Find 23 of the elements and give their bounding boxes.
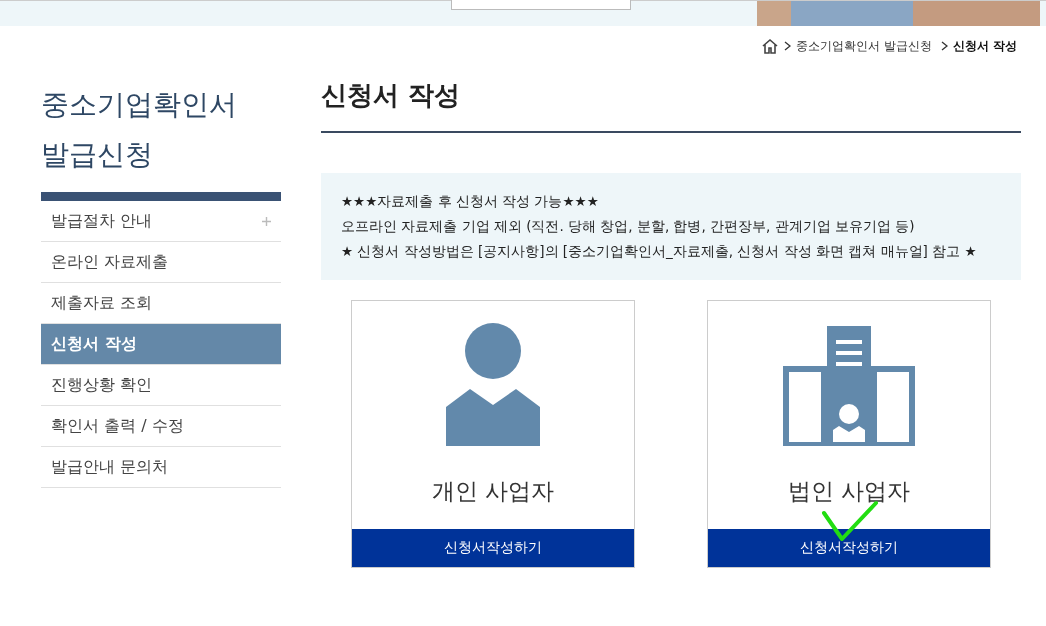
card-label: 법인 사업자	[786, 477, 912, 506]
building-icon	[783, 326, 915, 446]
page-title: 신청서 작성	[321, 78, 1021, 133]
home-icon[interactable]	[761, 38, 779, 54]
card-label: 개인 사업자	[430, 477, 556, 506]
apply-button[interactable]: 신청서작성하기	[352, 529, 634, 567]
notice-text: ★★★자료제출 후 신청서 작성 가능★★★	[341, 192, 599, 211]
sidebar-item[interactable]: 진행상황 확인	[41, 365, 281, 406]
sidebar-item[interactable]: 온라인 자료제출	[41, 242, 281, 283]
chevron-icon	[784, 41, 791, 51]
breadcrumb-link[interactable]: 중소기업확인서 발급신청	[796, 37, 932, 55]
sidebar-item[interactable]: 확인서 출력 / 수정	[41, 406, 281, 447]
breadcrumb-current: 신청서 작성	[952, 37, 1017, 55]
sidebar-title: 중소기업확인서 발급신청	[41, 87, 238, 173]
apply-button[interactable]: 신청서작성하기	[708, 529, 990, 567]
sidebar-item[interactable]: 발급절차 안내	[41, 201, 281, 242]
chevron-icon	[940, 41, 948, 51]
sidebar-item[interactable]: 신청서 작성	[41, 324, 281, 365]
search-field[interactable]	[451, 0, 631, 10]
person-icon	[446, 323, 540, 446]
notice-text: 오프라인 자료제출 기업 제외 (직전. 당해 창업, 분할, 합병, 간편장부, 관계기업 보유기업 등)	[341, 217, 915, 236]
sidebar-item[interactable]: 발급안내 문의처	[41, 447, 281, 488]
notice-text: ★ 신청서 작성방법은 [공지사항]의 [중소기업확인서_자료제출, 신청서 작성 화면 캡쳐 매뉴얼] 참고 ★	[341, 242, 977, 261]
